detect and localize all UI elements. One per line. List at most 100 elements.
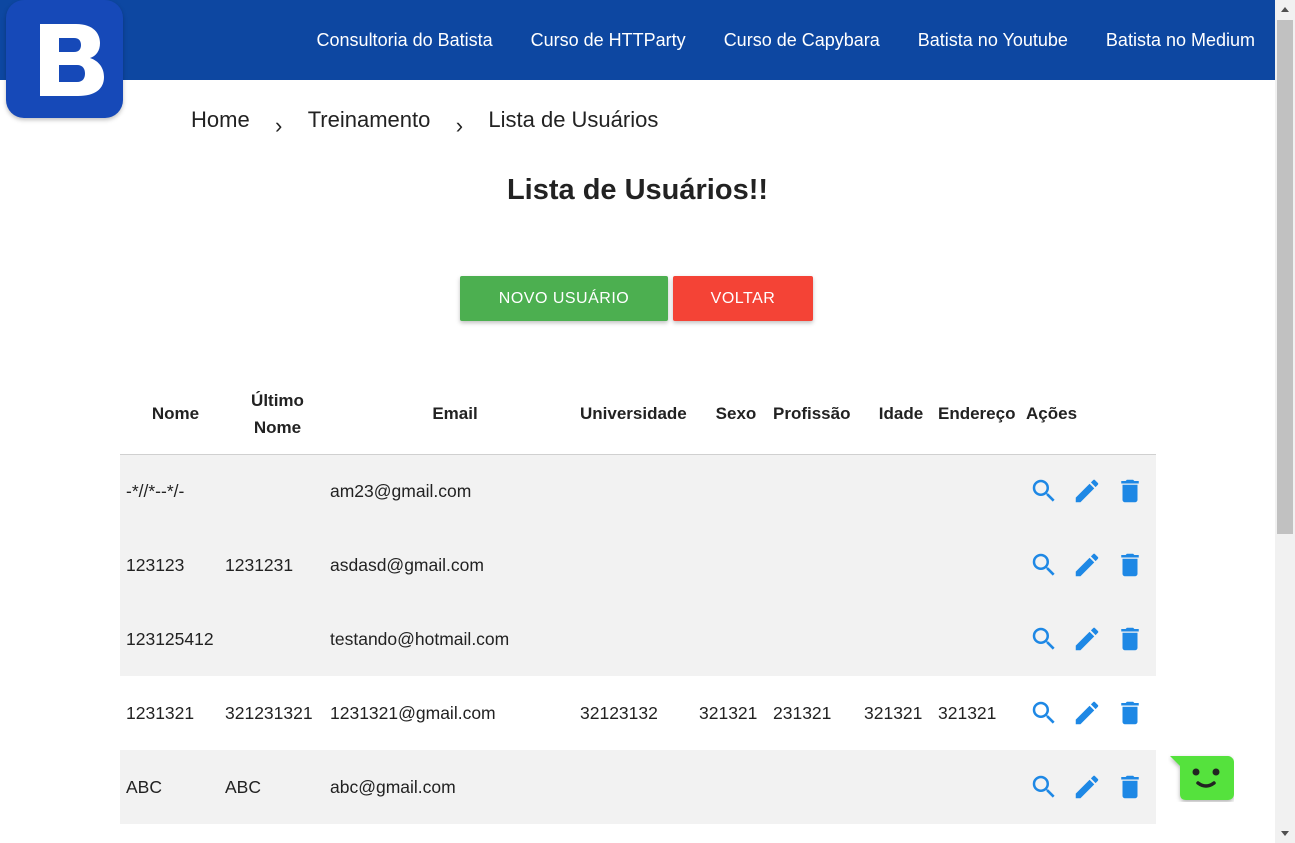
table-row: 123123 1231231 asdasd@gmail.com (120, 528, 1156, 602)
cell-endereco (938, 454, 1026, 528)
header-ultimo-nome-line2: Nome (253, 417, 302, 437)
cell-sexo (699, 528, 773, 602)
cell-acoes (1026, 750, 1156, 824)
delete-icon[interactable] (1115, 476, 1145, 506)
nav-link-curso-httparty[interactable]: Curso de HTTParty (531, 30, 686, 51)
breadcrumb: Home › Treinamento › Lista de Usuários (191, 107, 659, 138)
cell-profissao (773, 750, 864, 824)
cell-universidade (580, 602, 699, 676)
header-universidade: Universidade (580, 374, 699, 455)
table-row: -*//*--*/- am23@gmail.com (120, 454, 1156, 528)
brand-logo[interactable] (6, 0, 123, 118)
cell-email: testando@hotmail.com (330, 602, 580, 676)
cell-nome: ABC (120, 750, 225, 824)
cell-idade (864, 750, 938, 824)
cell-email: asdasd@gmail.com (330, 528, 580, 602)
delete-icon[interactable] (1115, 772, 1145, 802)
cell-idade (864, 454, 938, 528)
cell-ultimo-nome: 1231231 (225, 528, 330, 602)
search-icon[interactable] (1029, 550, 1059, 580)
delete-icon[interactable] (1115, 624, 1145, 654)
cell-endereco (938, 750, 1026, 824)
cell-endereco (938, 602, 1026, 676)
cell-sexo (699, 602, 773, 676)
brand-logo-mark (40, 24, 104, 96)
cell-nome: 1231321 (126, 702, 195, 723)
back-button[interactable]: VOLTAR (673, 276, 813, 321)
breadcrumb-current: Lista de Usuários (488, 107, 659, 132)
cell-ultimo-nome: ABC (225, 750, 330, 824)
cell-universidade (580, 750, 699, 824)
table-row: 1231321 321231321 1231321@gmail.com 3212313… (120, 676, 1156, 750)
users-table: Nome Último Nome Email Universidade Sexo… (120, 374, 1156, 824)
cell-email: 1231321@gmail.com (330, 702, 496, 723)
edit-icon[interactable] (1072, 698, 1102, 728)
chat-widget-button[interactable] (1168, 754, 1234, 802)
cell-universidade: 32123132 (580, 702, 658, 723)
row-actions (1026, 550, 1156, 580)
top-navbar: Consultoria do Batista Curso de HTTParty… (0, 0, 1275, 80)
breadcrumb-treinamento[interactable]: Treinamento (308, 107, 431, 133)
delete-icon[interactable] (1115, 550, 1145, 580)
row-actions (1026, 476, 1156, 506)
search-icon[interactable] (1029, 772, 1059, 802)
breadcrumb-home[interactable]: Home (191, 107, 250, 133)
cell-idade (864, 528, 938, 602)
cell-ultimo-nome (225, 602, 330, 676)
header-sexo: Sexo (699, 374, 773, 455)
cell-nome: 123125412 (120, 602, 225, 676)
main-nav: Consultoria do Batista Curso de HTTParty… (317, 0, 1255, 80)
table-row: ABC ABC abc@gmail.com (120, 750, 1156, 824)
cell-profissao (773, 528, 864, 602)
cell-email: am23@gmail.com (330, 454, 580, 528)
cell-sexo (699, 750, 773, 824)
new-user-button[interactable]: NOVO USUÁRIO (460, 276, 668, 321)
cell-idade: 321321 (864, 702, 923, 723)
nav-link-curso-capybara[interactable]: Curso de Capybara (724, 30, 880, 51)
cell-sexo (699, 454, 773, 528)
cell-nome: -*//*--*/- (120, 454, 225, 528)
edit-icon[interactable] (1072, 550, 1102, 580)
scroll-down-arrow-icon[interactable] (1275, 823, 1295, 843)
header-ultimo-nome: Último Nome (225, 374, 330, 455)
nav-link-youtube[interactable]: Batista no Youtube (918, 30, 1068, 51)
cell-acoes (1026, 528, 1156, 602)
table-row: 123125412 testando@hotmail.com (120, 602, 1156, 676)
cell-sexo: 321321 (699, 702, 758, 723)
delete-icon[interactable] (1115, 698, 1145, 728)
nav-link-medium[interactable]: Batista no Medium (1106, 30, 1255, 51)
vertical-scrollbar[interactable] (1275, 0, 1295, 843)
chat-bot-icon (1170, 756, 1234, 800)
chevron-right-icon: › (455, 113, 464, 138)
cell-acoes (1026, 676, 1156, 750)
cell-idade (864, 602, 938, 676)
search-icon[interactable] (1029, 624, 1059, 654)
header-idade: Idade (864, 374, 938, 455)
header-ultimo-nome-line1: Último (251, 390, 304, 410)
cell-email: abc@gmail.com (330, 750, 580, 824)
cell-profissao (773, 454, 864, 528)
header-nome: Nome (120, 374, 225, 455)
search-icon[interactable] (1029, 698, 1059, 728)
header-acoes: Ações (1026, 374, 1156, 455)
table-body: -*//*--*/- am23@gmail.com 123123 1231231 asd… (120, 454, 1156, 824)
header-email: Email (330, 374, 580, 455)
search-icon[interactable] (1029, 476, 1059, 506)
chevron-right-icon: › (275, 113, 283, 138)
row-actions (1026, 772, 1156, 802)
edit-icon[interactable] (1072, 772, 1102, 802)
cell-nome: 123123 (120, 528, 225, 602)
edit-icon[interactable] (1072, 476, 1102, 506)
cell-ultimo-nome: 321231321 (225, 702, 313, 723)
header-profissao: Profissão (773, 374, 864, 455)
scroll-up-arrow-icon[interactable] (1275, 0, 1295, 20)
row-actions (1026, 624, 1156, 654)
cell-endereco (938, 528, 1026, 602)
page-title: Lista de Usuários!! (506, 174, 769, 206)
cell-profissao (773, 602, 864, 676)
edit-icon[interactable] (1072, 624, 1102, 654)
cell-acoes (1026, 454, 1156, 528)
cell-universidade (580, 528, 699, 602)
scrollbar-thumb[interactable] (1277, 20, 1293, 534)
nav-link-consultoria[interactable]: Consultoria do Batista (317, 30, 493, 51)
